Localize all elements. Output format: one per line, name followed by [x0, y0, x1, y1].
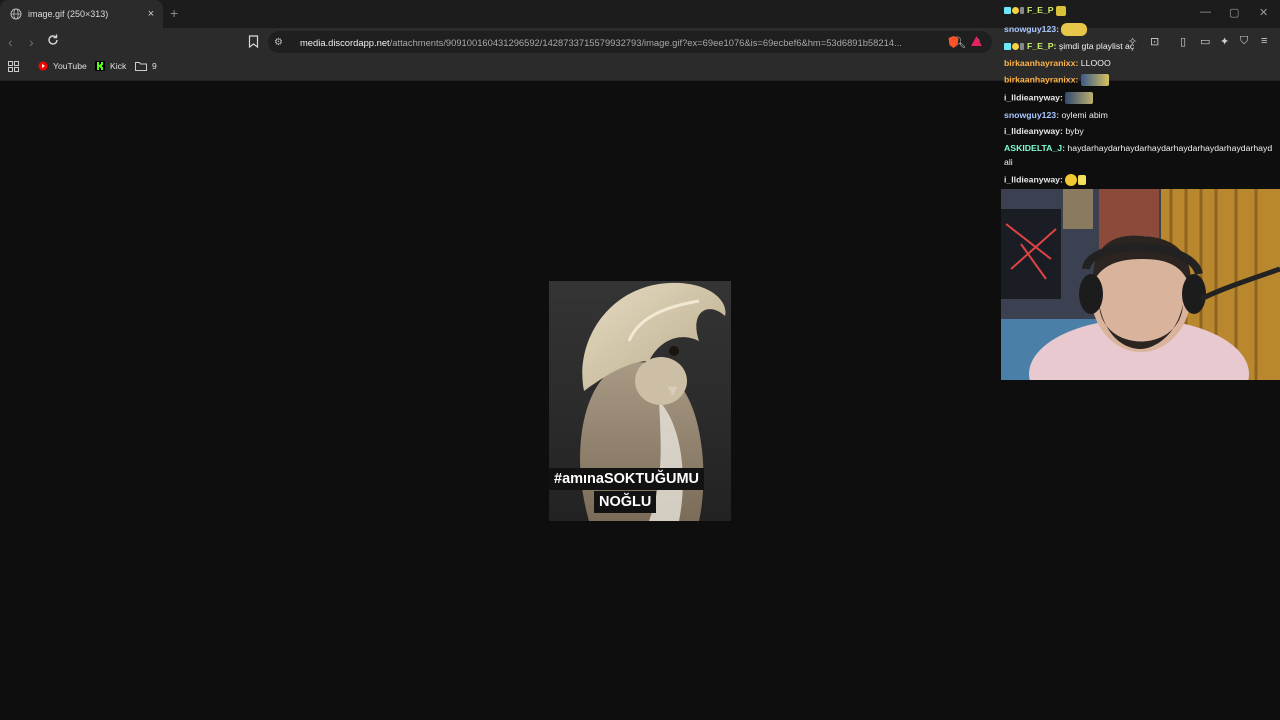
url-text[interactable]: media.discordapp.net/attachments/9091001… [300, 37, 950, 48]
chat-username[interactable]: F_E_P [1027, 5, 1054, 15]
chat-message-continuation: ali [1004, 157, 1013, 168]
chat-username[interactable]: snowguy123: [1004, 24, 1059, 34]
emote-icon [1080, 74, 1109, 86]
chat-text: oylemi abim [1061, 110, 1108, 120]
owl-meme-image[interactable]: #amınaSOKTUĞUMU NOĞLU [549, 281, 731, 521]
address-bar[interactable]: ⚙ media.discordapp.net/attachments/90910… [268, 31, 992, 53]
chat-username[interactable]: birkaanhayranixx: [1004, 58, 1078, 68]
vpn-icon[interactable]: ⛉ [1240, 35, 1248, 48]
bookmark-label: 9 [152, 61, 157, 71]
chat-text: şimdi gta playlist aç [1058, 41, 1135, 51]
emote-icon [1065, 174, 1078, 186]
leo-icon[interactable]: ✦ [1220, 35, 1229, 48]
webcam-feed [1001, 189, 1280, 380]
chat-text: haydarhaydarhaydarhaydarhaydarhaydarhayd… [1067, 143, 1273, 153]
image-caption-line1: #amınaSOKTUĞUMU [549, 468, 705, 490]
tab-title: image.gif (250×313) [28, 9, 109, 19]
emote-icon [1061, 23, 1088, 36]
bookmark-folder[interactable]: 9 [135, 61, 157, 71]
tab-close-icon[interactable]: × [145, 8, 157, 20]
chat-username[interactable]: snowguy123: [1004, 110, 1059, 120]
site-settings-icon[interactable]: ⚙ [274, 37, 288, 48]
brave-shield-icon[interactable] [947, 35, 960, 49]
url-path: /attachments/909100160431296592/14287337… [389, 36, 902, 48]
chat-message: birkaanhayranixx: LLOOO [1004, 58, 1111, 69]
bookmark-label: Kick [110, 61, 127, 71]
chat-message: snowguy123: oylemi abim [1004, 110, 1108, 121]
emote-icon [1055, 5, 1066, 16]
new-tab-button[interactable]: + [170, 5, 178, 21]
bookmark-youtube[interactable]: YouTube [38, 61, 87, 71]
bookmark-icon[interactable] [248, 35, 259, 48]
kick-icon [95, 61, 105, 71]
wallet-icon[interactable]: ▭ [1200, 35, 1210, 48]
forward-arrow-icon[interactable]: › [29, 34, 34, 50]
emote-icon [1065, 92, 1094, 104]
chat-text: LLOOO [1080, 58, 1111, 68]
maximize-button[interactable]: ▢ [1229, 6, 1239, 19]
sidebar-icon[interactable]: ▯ [1180, 35, 1186, 48]
minimize-button[interactable]: — [1200, 6, 1211, 18]
chat-message: F_E_P [1004, 5, 1066, 16]
chat-username[interactable]: i_lldieanyway: [1004, 174, 1063, 184]
url-host: media.discordapp.net [300, 36, 390, 48]
tab-image-gif[interactable]: image.gif (250×313) × [0, 0, 163, 28]
reload-icon[interactable] [46, 33, 60, 47]
globe-icon [10, 8, 22, 20]
chat-username[interactable]: ASKIDELTA_J: [1004, 143, 1065, 153]
apps-grid-icon[interactable] [8, 61, 19, 72]
streamer-webcam [1001, 189, 1280, 380]
chat-message: F_E_P: şimdi gta playlist aç [1004, 41, 1134, 52]
chat-message: i_lldieanyway: [1004, 92, 1094, 104]
bookmark-label: YouTube [53, 61, 87, 71]
tab-strip: image.gif (250×313) × + — ▢ ✕ [0, 0, 1280, 28]
chat-username[interactable]: F_E_P: [1027, 41, 1056, 51]
chat-message: birkaanhayranixx: [1004, 74, 1109, 86]
brave-rewards-icon[interactable] [970, 35, 983, 48]
bookmark-kick[interactable]: Kick [95, 61, 126, 71]
chat-username[interactable]: i_lldieanyway: [1004, 92, 1063, 102]
folder-icon [135, 62, 147, 71]
image-caption-line2: NOĞLU [594, 491, 657, 513]
chat-badges [1004, 41, 1025, 52]
chat-message: ASKIDELTA_J: haydarhaydarhaydarhaydarhay… [1004, 143, 1272, 154]
chat-message: i_lldieanyway: [1004, 174, 1087, 186]
menu-icon[interactable]: ≡ [1261, 35, 1267, 47]
chat-message: snowguy123: [1004, 23, 1088, 36]
chat-text: ali [1004, 157, 1013, 167]
chat-username[interactable]: i_lldieanyway: [1004, 126, 1063, 136]
chat-message: i_lldieanyway: byby [1004, 126, 1084, 137]
chat-text: byby [1065, 126, 1084, 136]
back-arrow-icon[interactable]: ‹ [8, 34, 13, 50]
emote-icon [1078, 175, 1087, 185]
window-close-button[interactable]: ✕ [1259, 6, 1268, 19]
tab-search-icon[interactable]: ⊡ [1150, 35, 1159, 48]
chat-badges [1004, 5, 1025, 16]
chat-username[interactable]: birkaanhayranixx: [1004, 74, 1078, 84]
youtube-icon [38, 61, 48, 71]
